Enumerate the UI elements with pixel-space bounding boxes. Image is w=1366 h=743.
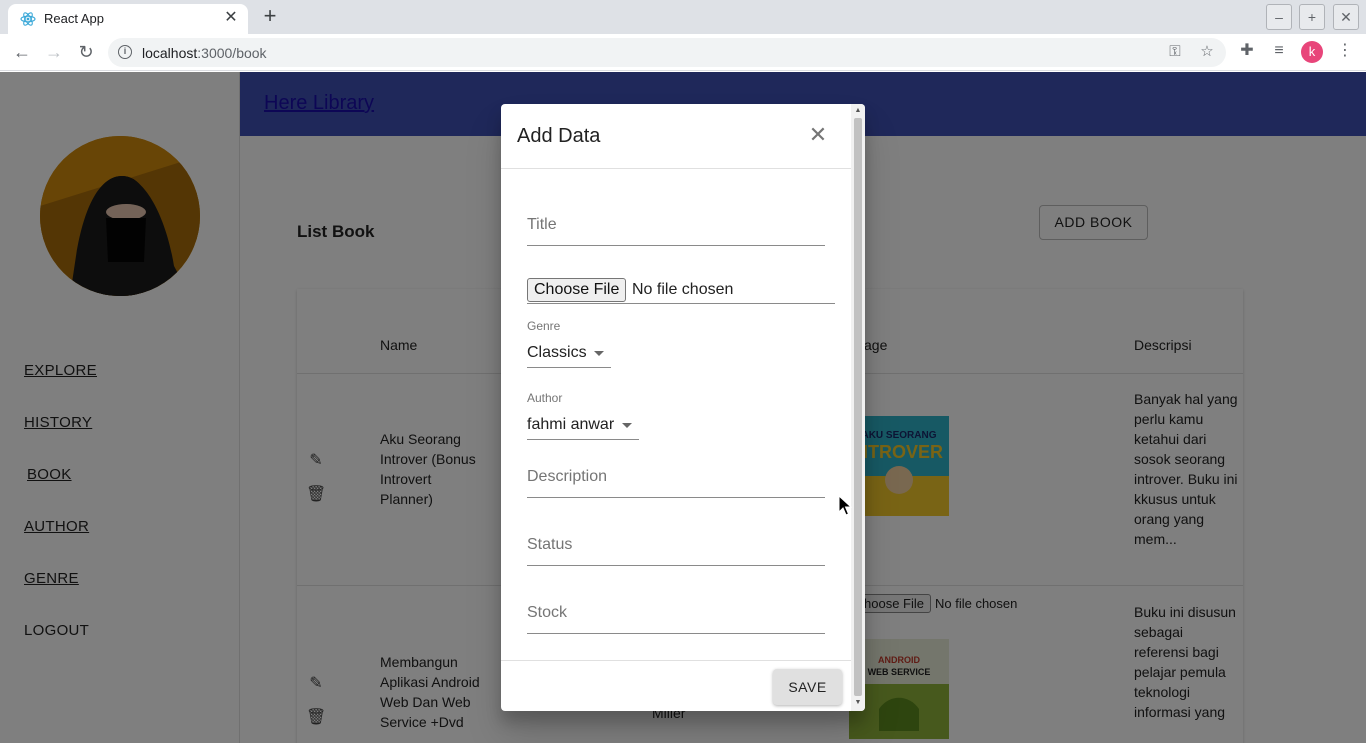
- reload-icon[interactable]: ↻: [74, 40, 98, 64]
- title-field[interactable]: [527, 212, 825, 246]
- url-text: localhost:3000/book: [142, 45, 267, 61]
- browser-toolbar: ← → ↻ i localhost:3000/book ⚿ ☆: [0, 34, 1366, 71]
- browser-tabbar: React App ✕ + – + ✕: [0, 0, 1366, 34]
- author-select[interactable]: fahmi anwar: [527, 412, 639, 440]
- description-input[interactable]: [527, 468, 825, 486]
- tab-title: React App: [44, 11, 104, 26]
- author-label: Author: [527, 391, 563, 405]
- chevron-down-icon: [594, 351, 604, 356]
- title-input[interactable]: [527, 216, 825, 234]
- dialog-divider: [501, 660, 851, 661]
- minimize-icon[interactable]: –: [1266, 4, 1292, 30]
- key-icon[interactable]: ⚿: [1166, 43, 1184, 61]
- plus-icon[interactable]: +: [258, 5, 282, 29]
- media-icon[interactable]: ≡: [1268, 40, 1290, 62]
- scroll-down-icon[interactable]: ▼: [854, 699, 862, 707]
- info-icon[interactable]: i: [118, 45, 132, 59]
- address-bar[interactable]: i localhost:3000/book ⚿ ☆: [108, 38, 1226, 67]
- add-data-dialog: Add Data ✕ Choose File No file chosen Ge…: [501, 104, 865, 711]
- mouse-cursor-icon: [838, 495, 852, 516]
- close-icon[interactable]: ✕: [807, 124, 829, 146]
- scroll-up-icon[interactable]: ▲: [854, 107, 862, 115]
- react-icon: [20, 12, 36, 26]
- author-value: fahmi anwar: [527, 416, 615, 433]
- genre-label: Genre: [527, 319, 561, 333]
- close-icon[interactable]: ✕: [222, 9, 240, 27]
- scroll-thumb[interactable]: [854, 118, 862, 696]
- puzzle-icon[interactable]: ✚: [1236, 40, 1258, 62]
- status-input[interactable]: [527, 536, 825, 554]
- choose-file-button[interactable]: Choose File: [527, 278, 627, 302]
- description-field[interactable]: [527, 464, 825, 498]
- status-field[interactable]: [527, 532, 825, 566]
- stock-input[interactable]: [527, 604, 825, 622]
- save-button[interactable]: SAVE: [773, 669, 842, 705]
- profile-avatar[interactable]: k: [1301, 41, 1323, 63]
- window-close-icon[interactable]: ✕: [1333, 4, 1359, 30]
- browser-tab[interactable]: React App ✕: [8, 4, 248, 34]
- chevron-down-icon: [622, 423, 632, 428]
- maximize-icon[interactable]: +: [1299, 4, 1325, 30]
- back-icon[interactable]: ←: [10, 40, 34, 64]
- dialog-scrollbar[interactable]: ▲ ▼: [851, 104, 865, 711]
- genre-select[interactable]: Classics: [527, 340, 611, 368]
- genre-value: Classics: [527, 344, 587, 361]
- stock-field[interactable]: [527, 600, 825, 634]
- file-input[interactable]: Choose File No file chosen: [527, 278, 835, 304]
- star-icon[interactable]: ☆: [1198, 43, 1216, 61]
- dialog-divider: [501, 168, 851, 169]
- forward-icon[interactable]: →: [42, 40, 66, 64]
- menu-icon[interactable]: ⋮: [1334, 40, 1356, 62]
- dialog-title: Add Data: [517, 125, 601, 147]
- file-status: No file chosen: [632, 281, 734, 298]
